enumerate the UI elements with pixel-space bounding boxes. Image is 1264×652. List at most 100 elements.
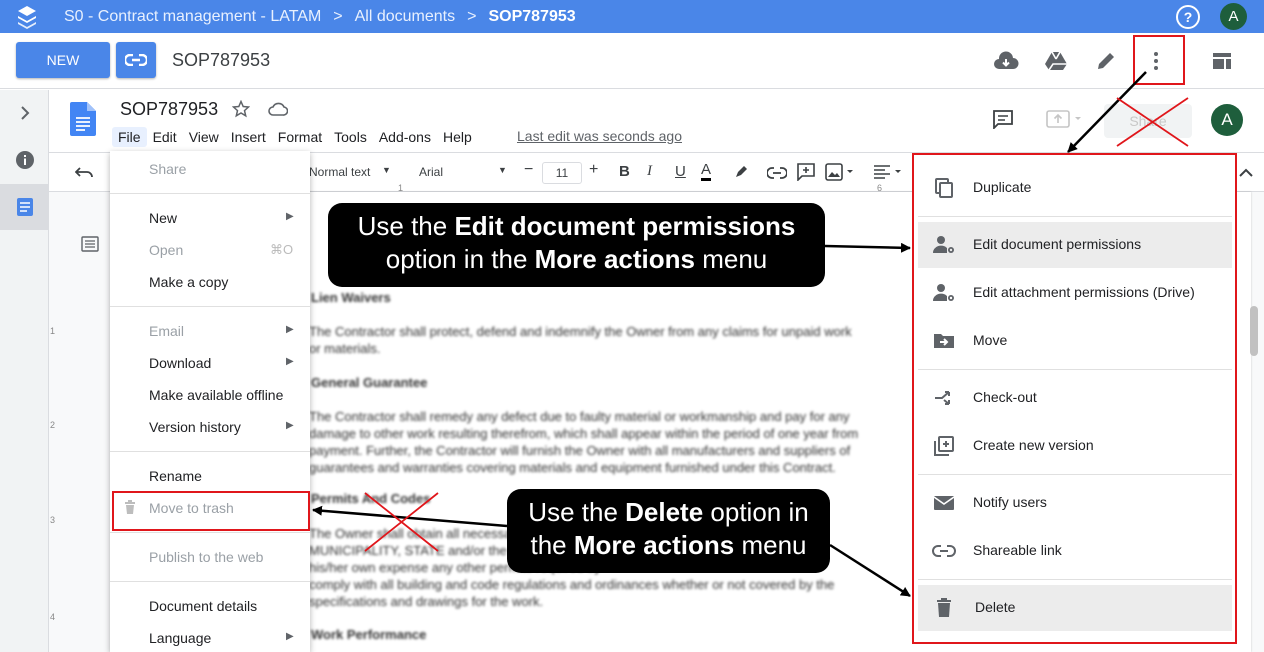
menu-help[interactable]: Help (437, 127, 478, 147)
docs-title[interactable]: SOP787953 (120, 99, 218, 120)
file-menu-rename[interactable]: Rename (110, 462, 310, 490)
decrease-font-size-icon[interactable]: − (524, 161, 533, 179)
file-menu-email[interactable]: Email ▶ (110, 317, 310, 345)
submenu-arrow-icon: ▶ (286, 324, 294, 335)
file-menu-share[interactable]: Share (110, 155, 310, 183)
google-drive-icon[interactable] (1043, 48, 1069, 74)
breadcrumb-current-document: SOP787953 (488, 7, 576, 25)
vertical-scrollbar[interactable] (1250, 306, 1258, 356)
callout-delete: Use the Delete option in the More action… (507, 489, 830, 573)
highlight-pen-icon[interactable] (733, 164, 749, 185)
copy-icon (932, 176, 956, 200)
more-actions-menu: Duplicate Edit document permissions Edit… (914, 154, 1236, 642)
menu-file[interactable]: File (112, 127, 147, 147)
menu-edit[interactable]: Edit (147, 127, 183, 147)
file-menu-offline[interactable]: Make available offline (110, 381, 310, 409)
chevron-right-icon[interactable] (0, 90, 49, 136)
more-actions-notify-users[interactable]: Notify users (918, 480, 1232, 526)
insert-link-icon[interactable] (766, 166, 788, 184)
file-menu-publish[interactable]: Publish to the web (110, 543, 310, 571)
file-menu-version-history[interactable]: Version history ▶ (110, 413, 310, 441)
file-menu-download[interactable]: Download ▶ (110, 349, 310, 377)
breadcrumb-separator: > (333, 7, 343, 25)
file-menu-language[interactable]: Language ▶ (110, 624, 310, 652)
submenu-arrow-icon: ▶ (286, 356, 294, 367)
chevron-down-icon: ▼ (382, 165, 391, 175)
file-menu-make-copy[interactable]: Make a copy (110, 268, 310, 296)
callout-edit-permissions: Use the Edit document permissions option… (328, 203, 825, 287)
more-actions-delete[interactable]: Delete (918, 585, 1232, 631)
menu-view[interactable]: View (183, 127, 225, 147)
help-circle-icon[interactable]: ? (1176, 5, 1200, 29)
manage-accounts-icon (932, 281, 956, 305)
link-button[interactable] (116, 42, 156, 78)
drive-file-move-icon (932, 329, 956, 353)
more-actions-create-new-version[interactable]: Create new version (918, 423, 1232, 469)
menu-format[interactable]: Format (272, 127, 328, 147)
doc-heading: General Guarantee (311, 375, 428, 390)
align-icon[interactable] (873, 164, 903, 185)
file-menu-new[interactable]: New ▶ (110, 204, 310, 232)
increase-font-size-icon[interactable]: + (589, 161, 598, 179)
doc-paragraph-line: guarantees and warranties covering mater… (309, 460, 836, 475)
doc-paragraph-line: specifications and drawings for the work… (309, 594, 544, 609)
google-docs-icon[interactable] (70, 102, 96, 136)
doc-paragraph-line: payment. Further, the Contractor will fu… (309, 443, 851, 458)
menu-tools[interactable]: Tools (328, 127, 373, 147)
insert-image-icon[interactable] (825, 163, 855, 186)
library-add-icon (932, 434, 956, 458)
paragraph-style-select[interactable]: Normal text (309, 165, 370, 179)
layout-icon[interactable] (1209, 48, 1235, 74)
comment-icon[interactable] (992, 109, 1014, 134)
share-button[interactable]: Share (1104, 104, 1192, 138)
more-vert-icon[interactable] (1143, 48, 1169, 74)
more-actions-edit-attachment-permissions[interactable]: Edit attachment permissions (Drive) (918, 270, 1232, 316)
collapse-toolbar-icon[interactable] (1239, 165, 1253, 183)
app-logo-icon[interactable] (0, 5, 54, 29)
present-icon[interactable] (1046, 109, 1084, 134)
star-icon[interactable] (231, 99, 251, 123)
link-icon (932, 539, 956, 563)
document-outline-icon[interactable] (81, 236, 99, 257)
menu-add-ons[interactable]: Add-ons (373, 127, 437, 147)
more-actions-check-out[interactable]: Check-out (918, 375, 1232, 421)
file-menu-open[interactable]: Open ⌘O (110, 236, 310, 264)
breadcrumb-workspace[interactable]: S0 - Contract management - LATAM (64, 8, 321, 26)
doc-heading: Work Performance (311, 627, 427, 642)
new-button[interactable]: NEW (16, 42, 110, 78)
undo-icon[interactable] (74, 165, 93, 183)
document-title: SOP787953 (172, 50, 271, 70)
text-color-icon[interactable]: A (701, 161, 712, 181)
user-avatar[interactable]: A (1220, 3, 1247, 30)
call-split-icon (932, 386, 956, 410)
info-icon[interactable] (0, 137, 49, 183)
file-menu-document-details[interactable]: Document details (110, 592, 310, 620)
more-actions-edit-document-permissions[interactable]: Edit document permissions (918, 222, 1232, 268)
pencil-icon[interactable] (1093, 48, 1119, 74)
font-family-select[interactable]: Arial (419, 165, 443, 179)
cloud-download-icon[interactable] (993, 48, 1019, 74)
bold-icon[interactable]: B (619, 163, 630, 180)
left-sidebar (0, 90, 49, 652)
vertical-ruler: 1 2 3 4 (50, 326, 56, 622)
docs-user-avatar[interactable]: A (1211, 104, 1243, 136)
font-size-input[interactable]: 11 (542, 162, 582, 184)
underline-icon[interactable]: U (675, 163, 686, 180)
file-menu-dropdown: Share New ▶ Open ⌘O Make a copy Email ▶ Dow… (110, 151, 310, 652)
menu-insert[interactable]: Insert (225, 127, 272, 147)
top-bar: S0 - Contract management - LATAM > All d… (0, 0, 1264, 33)
more-actions-duplicate[interactable]: Duplicate (918, 165, 1232, 211)
document-view-icon[interactable] (0, 184, 49, 230)
more-actions-move[interactable]: Move (918, 318, 1232, 364)
doc-paragraph-line: damage to other work resulting therefrom… (309, 426, 859, 441)
doc-paragraph-line: The Contractor shall remedy any defect d… (309, 409, 850, 424)
doc-paragraph-line: comply with all building and code regula… (309, 577, 835, 592)
add-comment-icon[interactable] (797, 163, 815, 186)
breadcrumb-all-documents[interactable]: All documents (355, 8, 456, 26)
italic-icon[interactable]: I (647, 163, 652, 180)
file-menu-move-to-trash[interactable]: Move to trash (110, 494, 310, 522)
more-actions-shareable-link[interactable]: Shareable link (918, 528, 1232, 574)
cloud-status-icon[interactable] (268, 101, 289, 122)
last-edit-link[interactable]: Last edit was seconds ago (517, 128, 682, 144)
submenu-arrow-icon: ▶ (286, 211, 294, 222)
